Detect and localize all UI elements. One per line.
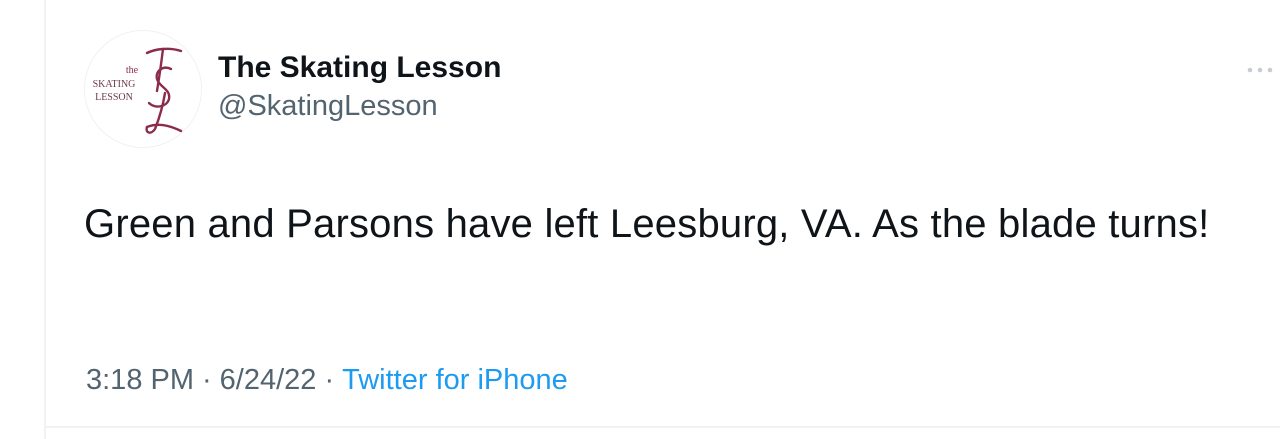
avatar[interactable]: the SKATING LESSON	[84, 30, 202, 148]
tweet-date[interactable]: 6/24/22	[220, 364, 317, 396]
meta-separator: ·	[202, 364, 212, 396]
timeline-left-border	[44, 0, 46, 439]
tsl-monogram	[145, 47, 183, 134]
tweet-detail: the SKATING LESSON The Skating Lesson @S…	[0, 0, 1280, 439]
author-display-name[interactable]: The Skating Lesson	[218, 50, 501, 86]
skating-lesson-logo: the SKATING LESSON	[93, 47, 183, 134]
tweet-time[interactable]: 3:18 PM	[86, 364, 194, 396]
logo-text-lesson: LESSON	[95, 92, 133, 103]
author-handle[interactable]: @SkatingLesson	[218, 88, 501, 124]
more-horizontal-icon	[1247, 67, 1273, 73]
divider	[46, 426, 1280, 428]
meta-separator: ·	[324, 364, 335, 396]
more-options-button[interactable]	[1244, 60, 1276, 80]
tweet-meta: 3:18 PM · 6/24/22 · Twitter for iPhone	[86, 360, 568, 400]
tweet-source-link[interactable]: Twitter for iPhone	[342, 364, 568, 396]
logo-text-the: the	[126, 65, 139, 76]
author-block: The Skating Lesson @SkatingLesson	[218, 50, 501, 124]
tweet-text: Green and Parsons have left Leesburg, VA…	[84, 202, 1210, 246]
logo-text-skating: SKATING	[93, 79, 136, 90]
